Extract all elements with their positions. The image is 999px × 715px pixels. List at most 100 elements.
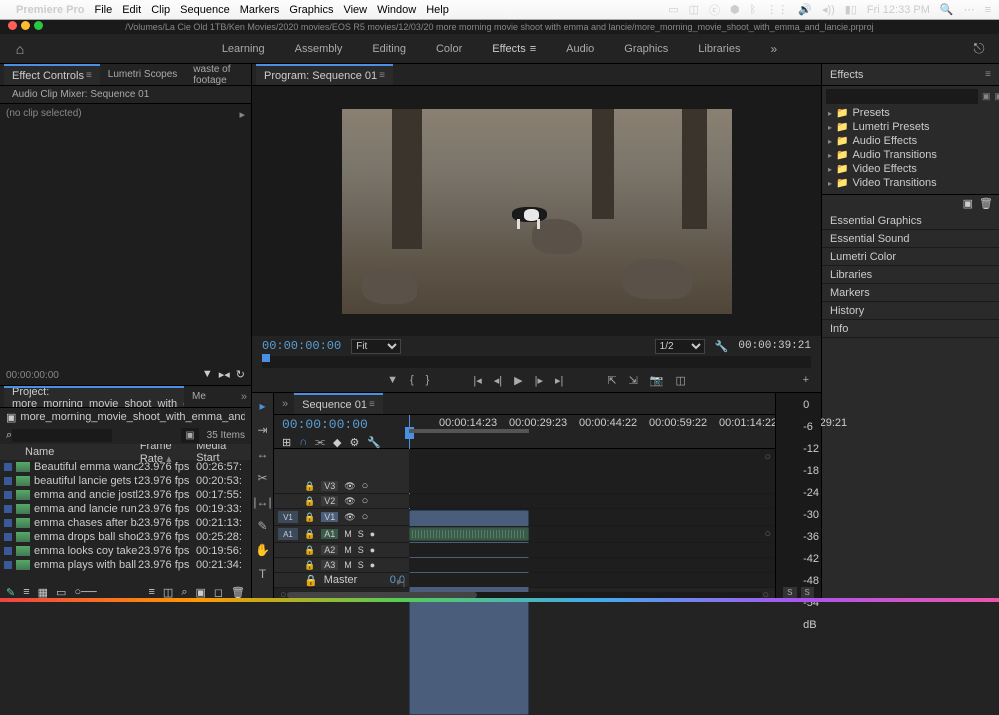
rec-a2[interactable]: ● xyxy=(370,545,375,555)
menu-markers[interactable]: Markers xyxy=(240,4,280,16)
screenshot-icon[interactable]: ▭ xyxy=(668,3,678,16)
reset-icon[interactable]: ↻ xyxy=(236,368,245,381)
effects-folder[interactable]: ▸📁Lumetri Presets xyxy=(822,120,999,134)
footer-pen-icon[interactable]: ✎ xyxy=(6,586,15,599)
col-name[interactable]: Name xyxy=(25,446,140,458)
bluetooth-icon[interactable]: ᛒ xyxy=(750,4,757,16)
tab-project[interactable]: Project: more_morning_movie_shoot_with_e… xyxy=(4,386,184,407)
cc-icon[interactable]: ⓒ xyxy=(709,2,720,18)
zoom-slider[interactable]: ○── xyxy=(74,586,96,598)
new-bin-button[interactable]: ▣ xyxy=(181,428,198,443)
tab-audio-mixer[interactable]: Audio Clip Mixer: Sequence 01 xyxy=(4,86,157,103)
app-name[interactable]: Premiere Pro xyxy=(16,4,84,16)
menu-edit[interactable]: Edit xyxy=(122,4,141,16)
marker-icon[interactable]: ◆ xyxy=(333,436,341,449)
effects-title[interactable]: Effects xyxy=(830,69,863,81)
menu-clip[interactable]: Clip xyxy=(151,4,170,16)
panel-menu-icon[interactable]: ≡ xyxy=(985,69,991,80)
solo-l[interactable]: S xyxy=(783,587,796,598)
selection-tool[interactable]: ▸ xyxy=(259,399,265,413)
side-panel-tab[interactable]: Libraries xyxy=(822,266,999,284)
side-panel-tab[interactable]: History xyxy=(822,302,999,320)
zoom-select[interactable]: Fit xyxy=(351,339,401,354)
output-v1[interactable]: ○ xyxy=(362,511,369,523)
src-a1[interactable]: A1 xyxy=(278,528,298,540)
delete-icon[interactable]: 🗑 xyxy=(979,197,993,210)
ws-learning[interactable]: Learning xyxy=(222,42,265,56)
lock-v1[interactable]: 🔒 xyxy=(304,512,315,523)
new-bin-icon[interactable]: ▣ xyxy=(195,586,205,599)
rec-a1[interactable]: ● xyxy=(370,529,375,539)
new-item-icon[interactable]: ◻ xyxy=(214,586,223,599)
mute-a1[interactable]: M xyxy=(344,529,352,539)
export-button[interactable]: ⎋ xyxy=(959,40,999,57)
volume-icon[interactable]: ◂)) xyxy=(822,3,835,16)
settings-icon[interactable]: 🔧 xyxy=(715,340,729,353)
table-row[interactable]: Beautiful emma wandering23.976 fps00:26:… xyxy=(0,460,251,474)
auto-icon[interactable]: ◫ xyxy=(163,586,173,599)
output-v3[interactable]: ○ xyxy=(362,480,369,492)
lock-v2[interactable]: 🔒 xyxy=(304,496,315,507)
out-button[interactable]: } xyxy=(426,374,430,386)
src-v1[interactable]: V1 xyxy=(278,511,298,523)
ws-graphics[interactable]: Graphics xyxy=(624,42,668,56)
step-back-button[interactable]: ◂| xyxy=(494,374,502,387)
eye-v2[interactable]: 👁 xyxy=(344,496,355,507)
tab-media[interactable]: Me xyxy=(184,386,214,407)
effects-folder[interactable]: ▸📁Video Effects xyxy=(822,162,999,176)
audio-clip[interactable] xyxy=(409,527,529,541)
tab-sequence[interactable]: Sequence 01≡ xyxy=(294,393,383,414)
link-icon[interactable]: ⫘ xyxy=(315,436,325,449)
pen-tool[interactable]: ✎ xyxy=(257,519,267,533)
table-row[interactable]: beautiful lancie gets the ball23.976 fps… xyxy=(0,474,251,488)
table-row[interactable]: emma and lancie run at a di23.976 fps00:… xyxy=(0,502,251,516)
side-panel-tab[interactable]: Lumetri Color xyxy=(822,248,999,266)
resolution-select[interactable]: 1/2 xyxy=(655,339,705,354)
rec-a3[interactable]: ● xyxy=(370,560,375,570)
play-button[interactable]: ▶ xyxy=(514,374,522,387)
accel-filter-icon[interactable]: ▣ xyxy=(982,91,991,102)
search-input[interactable] xyxy=(12,429,112,442)
macos-dock[interactable] xyxy=(0,598,999,602)
menu-sequence[interactable]: Sequence xyxy=(180,4,230,16)
output-v2[interactable]: ○ xyxy=(362,495,369,507)
trash-icon[interactable]: 🗑 xyxy=(231,586,245,599)
target-v3[interactable]: V3 xyxy=(321,481,338,491)
timeline-overflow[interactable]: » xyxy=(282,398,288,410)
menu-graphics[interactable]: Graphics xyxy=(289,4,333,16)
target-a3[interactable]: A3 xyxy=(321,560,338,570)
wifi-icon[interactable]: ⋮⋮ xyxy=(766,3,788,16)
eye-v3[interactable]: 👁 xyxy=(344,481,355,492)
display-icon[interactable]: ◫ xyxy=(689,3,699,16)
ripple-tool[interactable]: ↔ xyxy=(257,447,269,461)
icon-view-icon[interactable]: ▦ xyxy=(38,586,48,599)
effects-folder[interactable]: ▸📁Presets xyxy=(822,106,999,120)
controlcenter-icon[interactable]: ⋯ xyxy=(964,3,975,16)
effects-folder[interactable]: ▸📁Audio Transitions xyxy=(822,148,999,162)
spotlight-icon[interactable]: 🔍 xyxy=(940,3,954,16)
battery-icon[interactable]: ▮▯ xyxy=(845,3,857,16)
type-tool[interactable]: T xyxy=(259,567,266,581)
in-button[interactable]: { xyxy=(410,374,414,386)
freeform-icon[interactable]: ▭ xyxy=(56,586,66,599)
tab-lumetri-scopes[interactable]: Lumetri Scopes xyxy=(100,64,185,85)
program-tc-left[interactable]: 00:00:00:00 xyxy=(262,339,341,353)
find-icon[interactable]: ⌕ xyxy=(181,586,187,599)
hand-tool[interactable]: ✋ xyxy=(255,543,270,557)
ws-effects[interactable]: Effects≡ xyxy=(492,42,536,56)
side-panel-tab[interactable]: Markers xyxy=(822,284,999,302)
ws-overflow[interactable]: » xyxy=(770,42,777,56)
target-v1[interactable]: V1 xyxy=(321,512,338,522)
slip-tool[interactable]: |↔| xyxy=(253,495,271,509)
sort-icon[interactable]: ≡ xyxy=(148,586,154,598)
compare-button[interactable]: ◫ xyxy=(676,374,686,387)
mute-a2[interactable]: M xyxy=(344,545,352,555)
lock-v3[interactable]: 🔒 xyxy=(304,481,315,492)
filter-icon[interactable]: ▼ xyxy=(202,368,213,381)
tab-source[interactable]: Source: waste of footage 7594.MP4 xyxy=(185,64,247,85)
solo-a3[interactable]: S xyxy=(358,560,364,570)
menu-window[interactable]: Window xyxy=(377,4,416,16)
target-a2[interactable]: A2 xyxy=(321,545,338,555)
export-frame-button[interactable]: 📷 xyxy=(650,374,664,387)
new-bin-icon[interactable]: ▣ xyxy=(963,197,973,210)
